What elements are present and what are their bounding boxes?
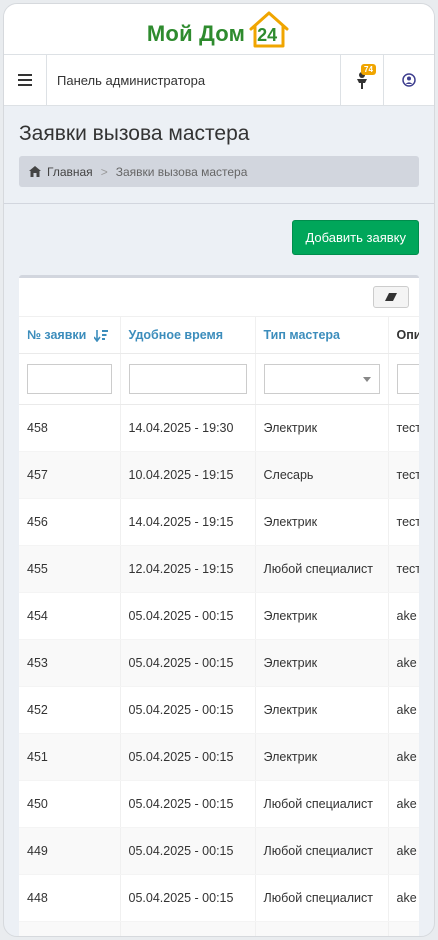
user-circle-icon <box>402 73 416 87</box>
table-cell: ake <box>388 874 419 922</box>
table-cell: Любой специалист <box>255 545 389 593</box>
eraser-icon <box>385 293 397 301</box>
filter-master-type-select[interactable] <box>263 364 380 394</box>
table-row[interactable]: 453 05.04.2025 - 00:15 Электрик ake <box>19 639 419 687</box>
table-cell: 449 <box>19 827 121 875</box>
user-menu-button[interactable] <box>383 55 434 105</box>
breadcrumb-current: Заявки вызова мастера <box>115 164 248 179</box>
table-row[interactable]: 448 05.04.2025 - 00:15 Любой специалист ake <box>19 874 419 922</box>
requests-table: № заявки Удобное время Тип мастера Опи 4… <box>19 317 419 936</box>
table-cell: ake <box>388 780 419 828</box>
table-cell: ake <box>388 686 419 734</box>
filter-description-input[interactable] <box>396 364 419 394</box>
page-title: Заявки вызова мастера <box>19 122 250 145</box>
table-cell: 457 <box>19 451 121 499</box>
table-row[interactable]: 457 10.04.2025 - 19:15 Слесарь тест <box>19 451 419 499</box>
table-cell: Электрик <box>255 639 389 687</box>
filter-row <box>19 353 419 405</box>
table-cell: Слесарь <box>255 451 389 499</box>
table-cell: 14.04.2025 - 19:15 <box>120 498 256 546</box>
table-tools <box>19 278 419 317</box>
home-icon <box>29 166 41 177</box>
add-request-button[interactable]: Добавить заявку <box>292 220 419 255</box>
table-cell: ake <box>388 827 419 875</box>
table-row[interactable]: 458 14.04.2025 - 19:30 Электрик тест <box>19 404 419 452</box>
table-cell: 451 <box>19 733 121 781</box>
notifications-badge: 74 <box>361 64 376 75</box>
sidebar-toggle-button[interactable] <box>4 55 47 105</box>
table-cell: тест <box>388 451 419 499</box>
chevron-down-icon <box>362 377 371 382</box>
table-cell: тест <box>388 498 419 546</box>
table-cell: Электрик <box>255 404 389 452</box>
column-header-number[interactable]: № заявки <box>19 317 121 354</box>
table-cell: 05.04.2025 - 00:15 <box>120 733 256 781</box>
hamburger-icon <box>18 74 32 86</box>
app-frame: Мой Дом 24 Панель администратора 74 Заяв… <box>3 3 435 937</box>
brand-logo[interactable]: Мой Дом 24 <box>147 9 291 49</box>
brand-number: 24 <box>257 25 278 45</box>
navbar-title: Панель администратора <box>57 72 206 88</box>
table-cell: 05.04.2025 - 00:15 <box>120 686 256 734</box>
table-row[interactable]: 447 <box>19 921 419 936</box>
table-cell: 450 <box>19 780 121 828</box>
table-cell: ake <box>388 592 419 640</box>
house-icon: 24 <box>247 9 291 49</box>
table-cell: 452 <box>19 686 121 734</box>
table-cell: 05.04.2025 - 00:15 <box>120 592 256 640</box>
requests-table-box: № заявки Удобное время Тип мастера Опи 4… <box>19 275 419 936</box>
breadcrumb-home-link[interactable]: Главная <box>47 165 93 179</box>
table-cell <box>120 921 256 936</box>
table-row[interactable]: 456 14.04.2025 - 19:15 Электрик тест <box>19 498 419 546</box>
table-row[interactable]: 450 05.04.2025 - 00:15 Любой специалист ake <box>19 780 419 828</box>
brand-name: Мой Дом <box>146 21 246 46</box>
breadcrumb: Главная > Заявки вызова мастера <box>19 156 419 187</box>
notifications-button[interactable]: 74 <box>340 55 383 105</box>
table-cell: 10.04.2025 - 19:15 <box>120 451 256 499</box>
table-cell: 458 <box>19 404 121 452</box>
table-row[interactable]: 449 05.04.2025 - 00:15 Любой специалист ake <box>19 827 419 875</box>
table-cell: Электрик <box>255 592 389 640</box>
column-header-master-type[interactable]: Тип мастера <box>255 317 389 354</box>
table-cell <box>255 921 389 936</box>
breadcrumb-separator: > <box>100 164 108 179</box>
navbar: Панель администратора 74 <box>4 55 434 106</box>
table-row[interactable]: 455 12.04.2025 - 19:15 Любой специалист тес… <box>19 545 419 593</box>
table-cell: 14.04.2025 - 19:30 <box>120 404 256 452</box>
table-row[interactable]: 451 05.04.2025 - 00:15 Электрик ake <box>19 733 419 781</box>
table-cell: 447 <box>19 921 121 936</box>
table-row[interactable]: 454 05.04.2025 - 00:15 Электрик ake <box>19 592 419 640</box>
table-cell: 05.04.2025 - 00:15 <box>120 874 256 922</box>
table-cell: 455 <box>19 545 121 593</box>
content-header: Заявки вызова мастера Главная > Заявки в… <box>4 106 434 187</box>
column-header-description[interactable]: Опи <box>388 317 419 354</box>
table-cell: ake <box>388 733 419 781</box>
actions-bar: Добавить заявку <box>4 204 434 255</box>
table-cell: 453 <box>19 639 121 687</box>
table-cell: ake <box>388 639 419 687</box>
table-cell <box>388 921 419 936</box>
clear-filters-button[interactable] <box>373 286 409 308</box>
logo-bar: Мой Дом 24 <box>4 4 434 55</box>
table-cell: 05.04.2025 - 00:15 <box>120 780 256 828</box>
table-cell: 448 <box>19 874 121 922</box>
filter-time-input[interactable] <box>128 364 247 394</box>
table-cell: Любой специалист <box>255 874 389 922</box>
table-cell: Электрик <box>255 686 389 734</box>
table-cell: 05.04.2025 - 00:15 <box>120 827 256 875</box>
table-cell: 454 <box>19 592 121 640</box>
table-cell: Любой специалист <box>255 780 389 828</box>
table-cell: 05.04.2025 - 00:15 <box>120 639 256 687</box>
table-cell: Электрик <box>255 498 389 546</box>
table-cell: Любой специалист <box>255 827 389 875</box>
column-header-time[interactable]: Удобное время <box>120 317 256 354</box>
table-cell: 12.04.2025 - 19:15 <box>120 545 256 593</box>
table-cell: 456 <box>19 498 121 546</box>
filter-number-input[interactable] <box>27 364 112 394</box>
table-cell: тест <box>388 404 419 452</box>
table-cell: тест <box>388 545 419 593</box>
table-cell: Электрик <box>255 733 389 781</box>
sort-desc-icon <box>93 329 108 342</box>
table-row[interactable]: 452 05.04.2025 - 00:15 Электрик ake <box>19 686 419 734</box>
